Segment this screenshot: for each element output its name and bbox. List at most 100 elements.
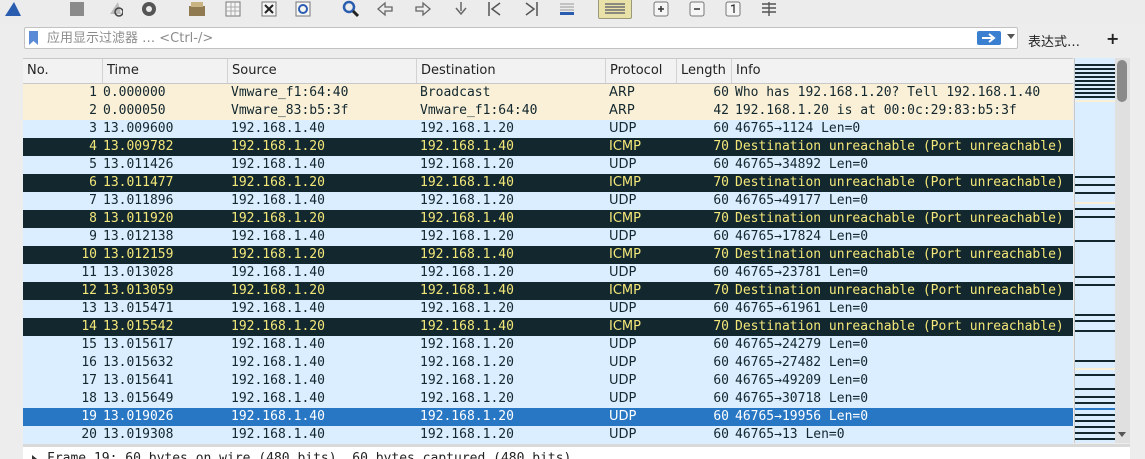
column-header-protocol[interactable]: Protocol bbox=[606, 59, 677, 83]
auto-scroll-icon[interactable] bbox=[556, 0, 578, 18]
packet-no: 10 bbox=[81, 247, 97, 262]
go-back-icon[interactable] bbox=[374, 0, 396, 18]
packet-source: 192.168.1.40 bbox=[231, 265, 325, 280]
resize-columns-icon[interactable] bbox=[758, 0, 780, 18]
reload-icon[interactable] bbox=[292, 0, 314, 18]
normal-size-icon[interactable] bbox=[722, 0, 744, 18]
packet-destination: 192.168.1.20 bbox=[420, 301, 514, 316]
find-icon[interactable] bbox=[340, 0, 362, 18]
column-header-destination[interactable]: Destination bbox=[417, 59, 606, 83]
packet-row[interactable]: 9 13.012138 192.168.1.40 192.168.1.20 UDP 60 4… bbox=[23, 228, 1073, 246]
column-header-time[interactable]: Time bbox=[103, 59, 228, 83]
packet-row[interactable]: 2 0.000050 Vmware_83:b5:3f Vmware_f1:64:40 A… bbox=[23, 102, 1073, 120]
packet-row[interactable]: 5 13.011426 192.168.1.40 192.168.1.20 UDP 60 4… bbox=[23, 156, 1073, 174]
packet-length: 60 bbox=[713, 157, 729, 172]
packet-time: 13.011426 bbox=[103, 157, 174, 172]
stop-icon[interactable] bbox=[66, 0, 88, 18]
packet-time: 13.011896 bbox=[103, 193, 174, 208]
packet-protocol: UDP bbox=[609, 229, 637, 244]
packet-minimap[interactable] bbox=[1074, 58, 1115, 443]
options-gear-icon[interactable] bbox=[138, 0, 160, 18]
packet-destination: 192.168.1.20 bbox=[420, 373, 514, 388]
packet-protocol: UDP bbox=[609, 121, 637, 136]
packet-time: 13.015617 bbox=[103, 337, 174, 352]
packet-row[interactable]: 13 13.015471 192.168.1.40 192.168.1.20 UDP 60… bbox=[23, 300, 1073, 318]
packet-protocol: ICMP bbox=[609, 175, 641, 190]
packet-protocol: UDP bbox=[609, 265, 637, 280]
packet-row[interactable]: 18 13.015649 192.168.1.40 192.168.1.20 UDP 60… bbox=[23, 390, 1073, 408]
packet-row[interactable]: 12 13.013059 192.168.1.20 192.168.1.40 ICMP 7… bbox=[23, 282, 1073, 300]
packet-protocol: ICMP bbox=[609, 139, 641, 154]
last-packet-icon[interactable] bbox=[520, 0, 542, 18]
zoom-in-icon[interactable] bbox=[650, 0, 672, 18]
packet-destination: 192.168.1.20 bbox=[420, 391, 514, 406]
packet-row[interactable]: 19 13.019026 192.168.1.40 192.168.1.20 UDP 60… bbox=[23, 408, 1073, 426]
packet-row[interactable]: 14 13.015542 192.168.1.20 192.168.1.40 ICMP 7… bbox=[23, 318, 1073, 336]
shark-fin-start-icon[interactable] bbox=[2, 0, 24, 18]
packet-protocol: ICMP bbox=[609, 211, 641, 226]
packet-time: 13.013059 bbox=[103, 283, 174, 298]
column-header-no[interactable]: No. bbox=[23, 59, 103, 83]
save-file-icon[interactable] bbox=[222, 0, 244, 18]
packet-row[interactable]: 17 13.015641 192.168.1.40 192.168.1.20 UDP 60… bbox=[23, 372, 1073, 390]
go-forward-icon[interactable] bbox=[412, 0, 434, 18]
column-header-length[interactable]: Length bbox=[677, 59, 732, 83]
packet-list[interactable]: No. Time Source Destination Protocol Len… bbox=[23, 58, 1073, 444]
packet-row[interactable]: 11 13.013028 192.168.1.40 192.168.1.20 UDP 60… bbox=[23, 264, 1073, 282]
display-filter-input[interactable] bbox=[47, 29, 987, 47]
packet-row[interactable]: 3 13.009600 192.168.1.40 192.168.1.20 UDP 60 4… bbox=[23, 120, 1073, 138]
packet-source: Vmware_83:b5:3f bbox=[231, 103, 349, 118]
packet-row[interactable]: 20 13.019308 192.168.1.40 192.168.1.20 UDP 60… bbox=[23, 426, 1073, 444]
packet-protocol: ARP bbox=[609, 103, 635, 118]
column-header-source[interactable]: Source bbox=[228, 59, 417, 83]
display-filter-bar bbox=[24, 27, 1018, 49]
packet-source: 192.168.1.20 bbox=[231, 139, 325, 154]
packet-destination: 192.168.1.20 bbox=[420, 409, 514, 424]
packet-row[interactable]: 1 0.000000 Vmware_f1:64:40 Broadcast ARP 60 Wh… bbox=[23, 84, 1073, 102]
packet-destination: 192.168.1.40 bbox=[420, 247, 514, 262]
packet-row[interactable]: 7 13.011896 192.168.1.40 192.168.1.20 UDP 60 4… bbox=[23, 192, 1073, 210]
packet-destination: Broadcast bbox=[420, 85, 491, 100]
packet-time: 13.012159 bbox=[103, 247, 174, 262]
packet-row[interactable]: 10 13.012159 192.168.1.20 192.168.1.40 ICMP 7… bbox=[23, 246, 1073, 264]
expression-button[interactable]: 表达式… bbox=[1028, 31, 1080, 50]
packet-row[interactable]: 16 13.015632 192.168.1.40 192.168.1.20 UDP 60… bbox=[23, 354, 1073, 372]
minimap-mark bbox=[1075, 432, 1115, 434]
packet-source: 192.168.1.40 bbox=[231, 391, 325, 406]
column-header-info[interactable]: Info bbox=[732, 59, 1073, 83]
packet-no: 1 bbox=[89, 85, 97, 100]
packet-row[interactable]: 4 13.009782 192.168.1.20 192.168.1.40 ICMP 70… bbox=[23, 138, 1073, 156]
packet-length: 60 bbox=[713, 85, 729, 100]
packet-protocol: UDP bbox=[609, 157, 637, 172]
packet-length: 60 bbox=[713, 373, 729, 388]
go-to-packet-icon[interactable] bbox=[450, 0, 472, 18]
frame-summary[interactable]: Frame 19: 60 bytes on wire (480 bits), 6… bbox=[47, 451, 571, 459]
packet-time: 13.013028 bbox=[103, 265, 174, 280]
packet-row[interactable]: 15 13.015617 192.168.1.40 192.168.1.20 UDP 60… bbox=[23, 336, 1073, 354]
restart-icon[interactable] bbox=[104, 0, 126, 18]
packet-source: 192.168.1.40 bbox=[231, 229, 325, 244]
packet-row[interactable]: 8 13.011920 192.168.1.20 192.168.1.40 ICMP 70… bbox=[23, 210, 1073, 228]
scrollbar-thumb[interactable] bbox=[1117, 60, 1127, 102]
packet-info: 46765→61961 Len=0 bbox=[735, 301, 869, 316]
colorize-icon[interactable] bbox=[598, 0, 632, 19]
scroll-down-icon[interactable] bbox=[1118, 432, 1126, 437]
packet-no: 11 bbox=[81, 265, 97, 280]
packet-info: 46765→1124 Len=0 bbox=[735, 121, 861, 136]
packet-list-scrollbar[interactable] bbox=[1115, 58, 1130, 443]
bookmark-icon[interactable] bbox=[29, 31, 38, 45]
packet-length: 60 bbox=[713, 355, 729, 370]
first-packet-icon[interactable] bbox=[484, 0, 506, 18]
apply-filter-arrow-icon[interactable] bbox=[977, 31, 1001, 45]
zoom-out-icon[interactable] bbox=[686, 0, 708, 18]
packet-no: 4 bbox=[89, 139, 97, 154]
minimap-mark bbox=[1075, 414, 1115, 416]
add-filter-button[interactable]: + bbox=[1106, 29, 1119, 48]
filter-history-dropdown-icon[interactable] bbox=[1007, 34, 1015, 39]
left-edge bbox=[0, 24, 22, 456]
packet-info: Destination unreachable (Port unreachabl… bbox=[735, 283, 1064, 298]
packet-info: 46765→17824 Len=0 bbox=[735, 229, 869, 244]
open-file-icon[interactable] bbox=[186, 0, 208, 18]
close-file-icon[interactable] bbox=[258, 0, 280, 18]
packet-row[interactable]: 6 13.011477 192.168.1.20 192.168.1.40 ICMP 70… bbox=[23, 174, 1073, 192]
